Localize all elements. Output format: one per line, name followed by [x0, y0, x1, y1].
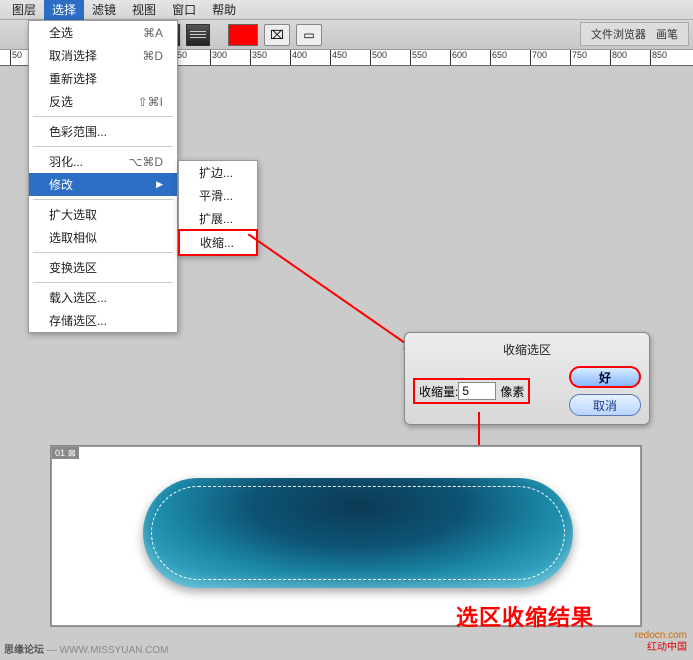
- dialog-title: 收缩选区: [413, 341, 641, 358]
- color-swatch[interactable]: [228, 24, 258, 46]
- submenu-item[interactable]: 平滑...: [179, 184, 257, 207]
- menu-item[interactable]: 重新选择: [29, 67, 177, 90]
- select-menu-dropdown: 全选⌘A取消选择⌘D重新选择反选⇧⌘I 色彩范围... 羽化...⌥⌘D修改扩大选取…: [28, 20, 178, 333]
- menu-item[interactable]: 色彩范围...: [29, 120, 177, 143]
- document-tab[interactable]: 01 ⊠: [52, 447, 79, 459]
- submenu-item[interactable]: 扩展...: [179, 207, 257, 230]
- modify-submenu: 扩边...平滑...扩展...收缩...: [178, 160, 258, 256]
- contract-selection-dialog: 收缩选区 收缩量: 像素 好 取消: [404, 332, 650, 425]
- menu-help[interactable]: 帮助: [204, 0, 244, 20]
- menubar: 图层 选择 滤镜 视图 窗口 帮助: [0, 0, 693, 20]
- menu-item[interactable]: 存储选区...: [29, 309, 177, 332]
- menu-item[interactable]: 修改: [29, 173, 177, 196]
- menu-item[interactable]: 羽化...⌥⌘D: [29, 150, 177, 173]
- annotation-arrow-icon: [248, 234, 428, 364]
- ok-button[interactable]: 好: [569, 366, 641, 388]
- warp-text-icon[interactable]: ⌧: [264, 24, 290, 46]
- palette-toggle-icon[interactable]: ▭: [296, 24, 322, 46]
- align-right-icon[interactable]: [186, 24, 210, 46]
- menu-item[interactable]: 反选⇧⌘I: [29, 90, 177, 113]
- submenu-item[interactable]: 扩边...: [179, 161, 257, 184]
- docked-panels: 文件浏览器 画笔: [580, 22, 689, 46]
- contract-amount-group: 收缩量: 像素: [413, 378, 530, 404]
- document-tab-label: 01: [55, 448, 65, 458]
- result-annotation: 选区收缩结果: [456, 600, 594, 632]
- menu-item[interactable]: 扩大选取: [29, 203, 177, 226]
- contract-amount-label: 收缩量:: [419, 383, 458, 400]
- close-icon[interactable]: ⊠: [68, 448, 76, 459]
- contract-unit-label: 像素: [500, 383, 524, 400]
- capsule-shape: [143, 478, 573, 588]
- menu-item[interactable]: 变换选区: [29, 256, 177, 279]
- submenu-item[interactable]: 收缩...: [178, 229, 258, 256]
- tab-brushes[interactable]: 画笔: [652, 26, 682, 42]
- menu-item[interactable]: 载入选区...: [29, 286, 177, 309]
- menu-layer[interactable]: 图层: [4, 0, 44, 20]
- menu-item[interactable]: 取消选择⌘D: [29, 44, 177, 67]
- contract-amount-input[interactable]: [458, 382, 496, 400]
- menu-view[interactable]: 视图: [124, 0, 164, 20]
- menu-window[interactable]: 窗口: [164, 0, 204, 20]
- menu-select[interactable]: 选择: [44, 0, 84, 20]
- watermark-right: redocn.com 红动中国: [635, 630, 687, 654]
- watermark-left: 思缘论坛 — WWW.MISSYUAN.COM: [4, 641, 168, 656]
- menu-item[interactable]: 全选⌘A: [29, 21, 177, 44]
- menu-filter[interactable]: 滤镜: [84, 0, 124, 20]
- tab-file-browser[interactable]: 文件浏览器: [587, 26, 650, 42]
- cancel-button[interactable]: 取消: [569, 394, 641, 416]
- menu-item[interactable]: 选取相似: [29, 226, 177, 249]
